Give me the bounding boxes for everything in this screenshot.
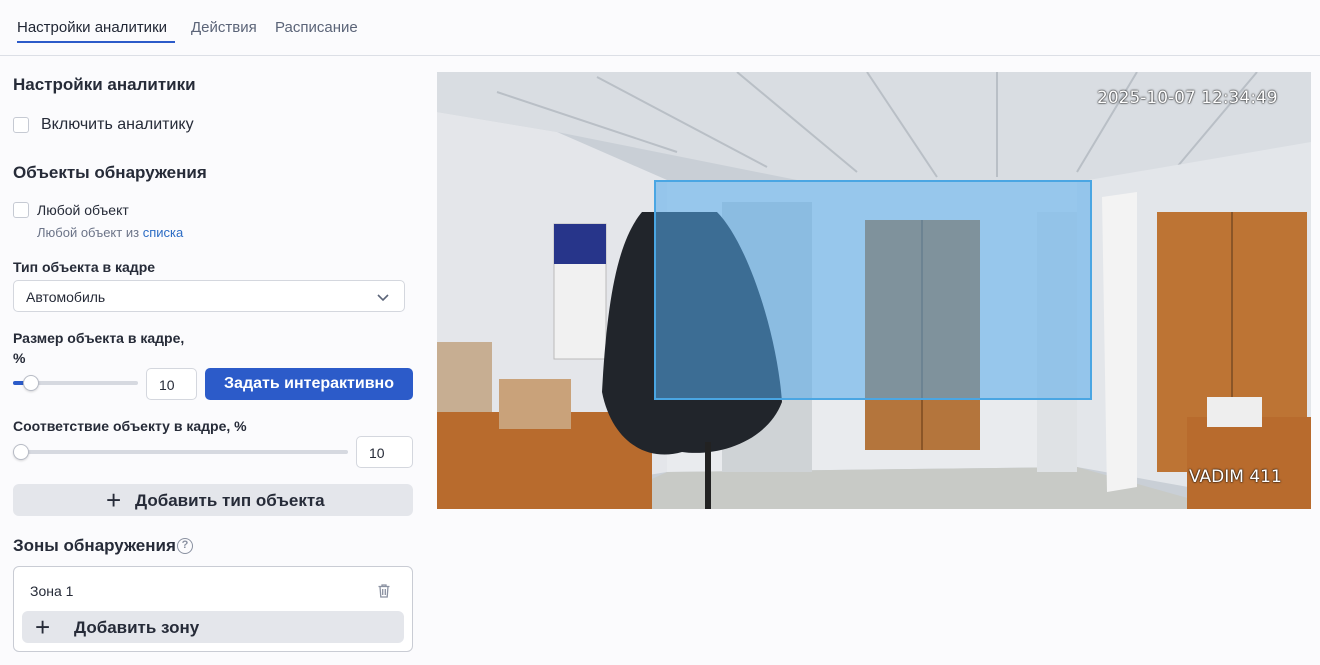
object-match-slider-thumb[interactable] bbox=[13, 444, 29, 460]
add-zone-button[interactable]: + Добавить зону bbox=[22, 611, 404, 643]
tab-schedule[interactable]: Расписание bbox=[275, 19, 358, 36]
objects-section-title: Объекты обнаружения bbox=[13, 163, 207, 182]
set-interactive-button[interactable]: Задать интерактивно bbox=[205, 368, 413, 400]
detection-zone-overlay[interactable] bbox=[654, 180, 1092, 400]
plus-icon: + bbox=[35, 612, 51, 642]
object-size-input[interactable]: 10 bbox=[146, 368, 197, 400]
enable-analytics-checkbox[interactable] bbox=[13, 117, 29, 133]
object-type-value: Автомобиль bbox=[26, 289, 106, 305]
any-object-label: Любой объект bbox=[37, 202, 129, 218]
analytics-section-title: Настройки аналитики bbox=[13, 75, 196, 94]
object-type-select[interactable]: Автомобиль bbox=[13, 280, 405, 312]
zones-list: Зона 1 + Добавить зону bbox=[13, 566, 413, 652]
chevron-down-icon bbox=[377, 294, 389, 302]
active-tab-indicator bbox=[17, 41, 175, 43]
any-object-hint-text: Любой объект из bbox=[37, 225, 140, 240]
add-zone-label: Добавить зону bbox=[74, 618, 200, 637]
camera-name: VADIM 411 bbox=[1189, 467, 1282, 487]
object-size-label: Размер объекта в кадре, bbox=[13, 330, 185, 346]
tab-bar: Настройки аналитики Действия Расписание bbox=[0, 0, 1320, 56]
object-match-slider[interactable] bbox=[13, 450, 348, 454]
camera-timestamp: 2025-10-07 12:34:49 bbox=[1097, 88, 1278, 108]
object-list-link[interactable]: списка bbox=[143, 225, 184, 240]
object-match-input[interactable]: 10 bbox=[356, 436, 413, 468]
add-object-type-label: Добавить тип объекта bbox=[135, 491, 325, 510]
zone-item-label: Зона 1 bbox=[30, 583, 74, 599]
object-match-label: Соответствие объекту в кадре, % bbox=[13, 418, 247, 434]
tab-analytics-settings[interactable]: Настройки аналитики bbox=[17, 19, 167, 36]
object-size-slider-thumb[interactable] bbox=[23, 375, 39, 391]
object-size-unit: % bbox=[13, 350, 26, 366]
help-icon[interactable]: ? bbox=[177, 538, 193, 554]
add-object-type-button[interactable]: + Добавить тип объекта bbox=[13, 484, 413, 516]
any-object-checkbox[interactable] bbox=[13, 202, 29, 218]
camera-preview[interactable]: 2025-10-07 12:34:49 VADIM 411 bbox=[437, 72, 1311, 509]
tab-actions[interactable]: Действия bbox=[191, 19, 257, 36]
any-object-hint: Любой объект из списка bbox=[37, 225, 183, 240]
plus-icon: + bbox=[106, 485, 122, 515]
zones-section-title: Зоны обнаружения bbox=[13, 536, 176, 555]
trash-icon[interactable] bbox=[376, 583, 392, 599]
enable-analytics-label: Включить аналитику bbox=[41, 116, 194, 133]
object-type-label: Тип объекта в кадре bbox=[13, 259, 156, 275]
